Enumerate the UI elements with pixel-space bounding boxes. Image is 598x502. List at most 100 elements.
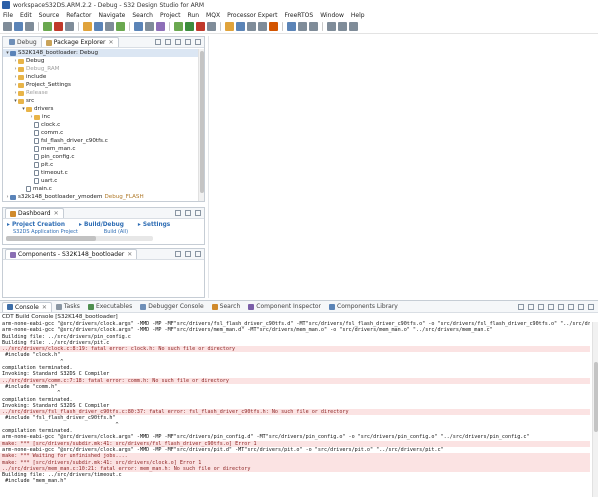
tree-item[interactable]: › inc <box>3 113 204 121</box>
toolbar-button-icon[interactable] <box>236 22 245 31</box>
word-wrap-icon[interactable] <box>548 304 554 310</box>
minimize-icon[interactable] <box>185 210 191 216</box>
tree-item[interactable]: ▾ S32K148_bootloader: Debug <box>3 49 204 57</box>
tab-search[interactable]: Search <box>208 302 245 312</box>
tab-console[interactable]: Console ✕ <box>2 301 52 312</box>
toolbar-button-icon[interactable] <box>65 22 74 31</box>
tab-debug[interactable]: Debug <box>5 37 41 47</box>
close-icon[interactable]: ✕ <box>54 210 59 217</box>
tree-item[interactable]: › Project_Settings <box>3 81 204 89</box>
editor-area[interactable] <box>208 36 598 298</box>
tree-item[interactable]: pit.c <box>3 161 204 169</box>
tab-tasks[interactable]: Tasks <box>52 302 84 312</box>
tab-dashboard[interactable]: Dashboard ✕ <box>5 208 64 218</box>
toolbar-button-icon[interactable] <box>196 22 205 31</box>
toolbar-button-icon[interactable] <box>174 22 183 31</box>
toolbar-button-icon[interactable] <box>327 22 336 31</box>
tree-item[interactable]: timeout.c <box>3 169 204 177</box>
close-icon[interactable]: ✕ <box>109 39 114 46</box>
maximize-icon[interactable] <box>195 251 201 257</box>
menu-item-refactor[interactable]: Refactor <box>66 12 91 19</box>
minimize-icon[interactable] <box>185 251 191 257</box>
toolbar-button-icon[interactable] <box>269 22 278 31</box>
toolbar-button-icon[interactable] <box>207 22 216 31</box>
toolbar-button-icon[interactable] <box>298 22 307 31</box>
menu-item-window[interactable]: Window <box>320 12 344 19</box>
pin-icon[interactable] <box>518 304 524 310</box>
explorer-scrollbar[interactable] <box>198 49 204 201</box>
toolbar-button-icon[interactable] <box>14 22 23 31</box>
menu-item-freertos[interactable]: FreeRTOS <box>285 12 314 19</box>
build-debug-link[interactable]: ▸ Build/Debug <box>79 221 124 228</box>
close-icon[interactable]: ✕ <box>42 304 47 311</box>
scroll-lock-icon[interactable] <box>528 304 534 310</box>
build-all-link[interactable]: Build (All) <box>104 229 128 235</box>
view-menu-icon[interactable] <box>175 39 181 45</box>
menu-item-edit[interactable]: Edit <box>20 12 32 19</box>
minimize-icon[interactable] <box>185 39 191 45</box>
dashboard-scroll-thumb[interactable] <box>6 236 96 241</box>
toolbar-button-icon[interactable] <box>94 22 103 31</box>
toolbar-button-icon[interactable] <box>338 22 347 31</box>
toolbar-button-icon[interactable] <box>258 22 267 31</box>
console-output[interactable]: arm-none-eabi-gcc "@src/drivers/clock.ar… <box>0 321 598 499</box>
toolbar-button-icon[interactable] <box>25 22 34 31</box>
tree-item[interactable]: › Debug <box>3 57 204 65</box>
tree-item[interactable]: pin_config.c <box>3 153 204 161</box>
tab-components[interactable]: Components - S32K148_bootloader ✕ <box>5 249 138 259</box>
tree-item[interactable]: clock.c <box>3 121 204 129</box>
view-menu-icon[interactable] <box>175 251 181 257</box>
menu-item-mqx[interactable]: MQX <box>206 12 220 19</box>
menu-item-help[interactable]: Help <box>351 12 365 19</box>
minimize-icon[interactable] <box>578 304 584 310</box>
maximize-icon[interactable] <box>195 39 201 45</box>
tab-components-library[interactable]: Components Library <box>325 302 402 312</box>
toolbar-button-icon[interactable] <box>145 22 154 31</box>
tree-item[interactable]: fsl_flash_driver_c90tfs.c <box>3 137 204 145</box>
link-editor-icon[interactable] <box>165 39 171 45</box>
toolbar-button-icon[interactable] <box>3 22 12 31</box>
toolbar-button-icon[interactable] <box>247 22 256 31</box>
maximize-icon[interactable] <box>195 210 201 216</box>
explorer-scroll-thumb[interactable] <box>200 51 204 193</box>
collapse-all-icon[interactable] <box>155 39 161 45</box>
dashboard-hscrollbar[interactable] <box>6 236 153 241</box>
menu-item-project[interactable]: Project <box>160 12 181 19</box>
tree-item[interactable]: comm.c <box>3 129 204 137</box>
toolbar-button-icon[interactable] <box>225 22 234 31</box>
toolbar-button-icon[interactable] <box>349 22 358 31</box>
toolbar-button-icon[interactable] <box>185 22 194 31</box>
tab-executables[interactable]: Executables <box>84 302 136 312</box>
tree-item[interactable]: ▾ drivers <box>3 105 204 113</box>
display-console-icon[interactable] <box>558 304 564 310</box>
console-scroll-thumb[interactable] <box>594 362 598 432</box>
menu-item-run[interactable]: Run <box>188 12 200 19</box>
toolbar-button-icon[interactable] <box>54 22 63 31</box>
tree-item[interactable]: main.c <box>3 185 204 193</box>
clear-console-icon[interactable] <box>538 304 544 310</box>
toolbar-button-icon[interactable] <box>116 22 125 31</box>
open-console-icon[interactable] <box>568 304 574 310</box>
toolbar-button-icon[interactable] <box>309 22 318 31</box>
toolbar-button-icon[interactable] <box>43 22 52 31</box>
menu-item-file[interactable]: File <box>3 12 13 19</box>
toolbar-button-icon[interactable] <box>134 22 143 31</box>
toolbar-button-icon[interactable] <box>287 22 296 31</box>
view-menu-icon[interactable] <box>175 210 181 216</box>
menu-item-search[interactable]: Search <box>132 12 153 19</box>
tree-item[interactable]: mem_man.c <box>3 145 204 153</box>
close-icon[interactable]: ✕ <box>127 251 132 258</box>
menu-item-navigate[interactable]: Navigate <box>98 12 125 19</box>
toolbar-button-icon[interactable] <box>105 22 114 31</box>
tab-component-inspector[interactable]: Component Inspector <box>244 302 325 312</box>
tab-package-explorer[interactable]: Package Explorer ✕ <box>40 37 119 47</box>
tree-item[interactable]: › Debug_RAM <box>3 65 204 73</box>
settings-link[interactable]: ▸ Settings <box>138 221 170 228</box>
tree-item[interactable]: › Release <box>3 89 204 97</box>
tree-item[interactable]: uart.c <box>3 177 204 185</box>
tree-item[interactable]: ▾ src <box>3 97 204 105</box>
tab-debugger-console[interactable]: Debugger Console <box>136 302 207 312</box>
tree-item[interactable]: › include <box>3 73 204 81</box>
toolbar-button-icon[interactable] <box>83 22 92 31</box>
project-creation-link[interactable]: ▸ Project Creation <box>7 221 65 228</box>
